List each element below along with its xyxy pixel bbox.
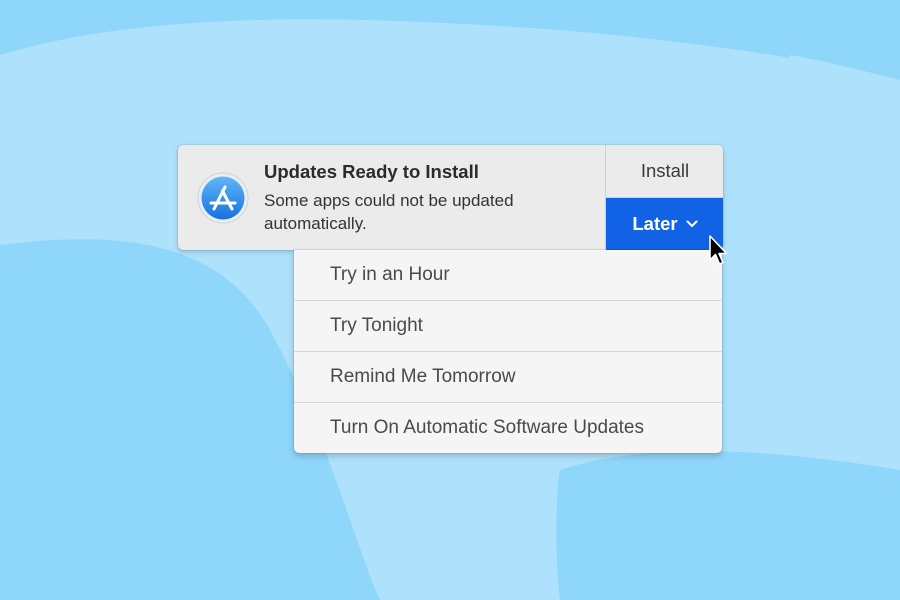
menu-item-turn-on-automatic-updates[interactable]: Turn On Automatic Software Updates bbox=[294, 403, 722, 453]
notification-body-line: Some apps could not be updated bbox=[264, 191, 514, 210]
install-button[interactable]: Install bbox=[606, 145, 723, 198]
update-notification[interactable]: Updates Ready to Install Some apps could… bbox=[178, 145, 723, 250]
install-button-label: Install bbox=[640, 160, 690, 181]
notification-body: Some apps could not be updated automatic… bbox=[264, 189, 594, 235]
app-store-icon bbox=[197, 172, 249, 224]
later-dropdown-menu: Try in an Hour Try Tonight Remind Me Tom… bbox=[294, 250, 722, 453]
menu-item-try-tonight[interactable]: Try Tonight bbox=[294, 301, 722, 352]
notification-actions: Install Later bbox=[605, 145, 723, 250]
chevron-down-icon bbox=[686, 220, 698, 227]
later-button-label: Later bbox=[632, 213, 678, 234]
arrow-pointer-icon bbox=[709, 235, 728, 265]
notification-body-line: automatically. bbox=[264, 214, 367, 233]
menu-item-try-in-an-hour[interactable]: Try in an Hour bbox=[294, 250, 722, 301]
notification-title: Updates Ready to Install bbox=[264, 161, 479, 182]
menu-item-remind-me-tomorrow[interactable]: Remind Me Tomorrow bbox=[294, 352, 722, 403]
later-button[interactable]: Later bbox=[606, 198, 723, 250]
notification-text: Updates Ready to Install Some apps could… bbox=[264, 161, 594, 235]
